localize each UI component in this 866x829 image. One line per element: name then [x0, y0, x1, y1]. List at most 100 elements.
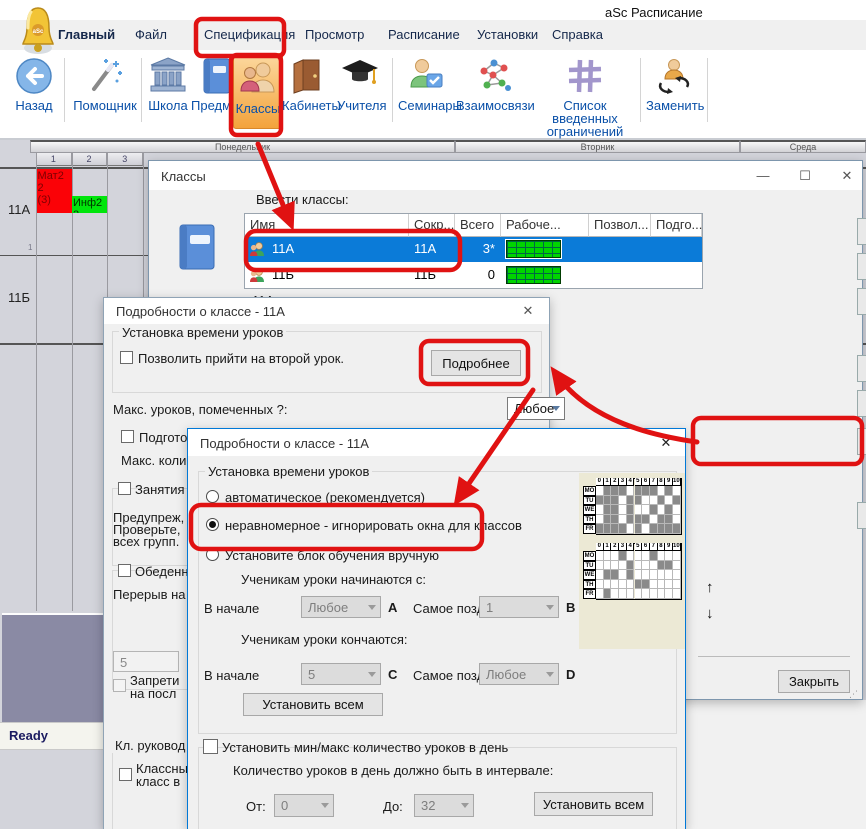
radio-manual[interactable] [206, 548, 219, 561]
class-details-dialog-2: Подробности о классе - 11А ✕ Установка в… [187, 428, 686, 829]
to-combo[interactable]: 32 [414, 794, 474, 817]
radio-uneven-label: неравномерное - игнорировать окна для кл… [225, 518, 522, 533]
groups-button[interactable]: Группы [857, 502, 866, 529]
grid-col-header: 3 [619, 543, 627, 551]
at-start-label-a: В начале [204, 601, 259, 616]
toolbar-button-seminars[interactable]: Семинары [398, 55, 456, 112]
menu-item-file[interactable]: Файл [135, 27, 167, 42]
toolbar-button-teachers[interactable]: Учителя [337, 55, 383, 112]
preparation-label: Подготов [139, 430, 194, 445]
head-teacher-checkbox[interactable] [119, 768, 132, 781]
maximize-icon[interactable]: ☐ [789, 165, 821, 187]
lessons-button[interactable]: Уроки [857, 355, 866, 382]
time-setup-legend: Установка времени уроков [119, 325, 286, 340]
grid-row-header: MO [583, 486, 596, 496]
toolbar-button-wizard[interactable]: Помощник [72, 55, 138, 112]
back-icon [13, 55, 55, 97]
toolbar-button-back[interactable]: Назад [10, 55, 58, 112]
max-marked-combo[interactable]: Любое [507, 397, 565, 420]
close-icon[interactable]: ✕ [650, 432, 682, 454]
relations-icon [473, 55, 515, 97]
column-header-0[interactable]: Имя [245, 214, 409, 237]
toolbar: НазадПомощникШколаПредметыКлассыКабинеты… [0, 50, 866, 140]
toolbar-button-school[interactable]: Школа [145, 55, 191, 112]
minimize-icon[interactable]: — [747, 165, 779, 187]
edit-button[interactable]: Исправить [857, 253, 866, 280]
new-button[interactable]: Новый [857, 218, 866, 245]
working-time-preview [506, 240, 561, 258]
forbid-checkbox[interactable] [113, 679, 126, 692]
classes-table: ИмяСокр...ВсегоРабоче...Позвол...Подго..… [244, 213, 703, 289]
menu-item-help[interactable]: Справка [552, 27, 603, 42]
period-number: 2 [72, 153, 108, 166]
lesson-card[interactable]: Инф2 2 [72, 196, 107, 213]
constraints-button[interactable]: Ограничения [857, 428, 866, 455]
combo-b[interactable]: 1 [479, 596, 559, 618]
working-time-button[interactable]: Рабочее время [857, 390, 866, 417]
more-details-button[interactable]: Подробнее [431, 350, 521, 376]
chevron-down-icon [546, 672, 554, 677]
delete-button[interactable]: Удалить [857, 288, 866, 315]
grid-col-header: 10 [673, 478, 681, 486]
from-combo[interactable]: 0 [274, 794, 334, 817]
day-header-3: Среда [740, 140, 866, 153]
set-all-button[interactable]: Установить всем [243, 693, 383, 716]
table-row-11Б[interactable]: 11Б11Б0 [245, 263, 702, 288]
toolbar-button-constraints-list[interactable]: Список введенных ограничений [532, 55, 638, 138]
window-titlebar: aSc Расписание [0, 0, 866, 20]
minmax-checkbox[interactable] [203, 739, 218, 754]
column-header-5[interactable]: Подго... [651, 214, 702, 237]
column-header-4[interactable]: Позвол... [589, 214, 651, 237]
menu-item-options[interactable]: Установки [477, 27, 538, 42]
set-all-button-2[interactable]: Установить всем [534, 792, 653, 816]
status-text: Ready [9, 728, 48, 743]
toolbar-separator [141, 58, 142, 122]
preparation-checkbox[interactable] [121, 430, 134, 443]
minmax-hint: Количество уроков в день должно быть в и… [233, 763, 553, 778]
details2-titlebar[interactable]: Подробности о классе - 11А [188, 429, 685, 456]
table-row-11А[interactable]: 11А11А3* [245, 237, 702, 262]
chevron-down-icon [552, 406, 560, 411]
toolbar-button-rooms[interactable]: Кабинеты [282, 55, 338, 112]
day-header-2: Вторник [455, 140, 740, 153]
toolbar-button-relations[interactable]: Взаимосвязи [456, 55, 532, 112]
lunch-value-input[interactable]: 5 [113, 651, 179, 672]
move-up-button[interactable]: ↑ [706, 579, 714, 596]
menu-item-specification[interactable]: Спецификация [204, 27, 295, 42]
combo-a[interactable]: Любое [301, 596, 381, 618]
move-down-button[interactable]: ↓ [706, 605, 714, 622]
tag-a: A [388, 600, 397, 615]
activities-checkbox[interactable] [118, 482, 131, 495]
menu-item-timetable[interactable]: Расписание [388, 27, 460, 42]
application-window: aSc Расписание aSc ГлавныйФайлСпецификац… [0, 0, 866, 829]
details1-titlebar[interactable]: Подробности о классе - 11А [104, 298, 549, 324]
resize-grip[interactable]: ⋰ [849, 689, 858, 700]
classes-icon [237, 58, 279, 100]
toolbar-button-classes[interactable]: Классы [233, 53, 283, 129]
combo-c[interactable]: 5 [301, 663, 381, 685]
combo-d[interactable]: Любое [479, 663, 559, 685]
column-header-3[interactable]: Рабоче... [501, 214, 589, 237]
close-button[interactable]: Закрыть [778, 670, 850, 693]
radio-automatic[interactable] [206, 490, 219, 503]
menu-item-main[interactable]: Главный [58, 27, 115, 42]
allow-second-lesson-checkbox[interactable] [120, 351, 133, 364]
background-area [686, 700, 866, 829]
grid-col-header: 8 [658, 543, 666, 551]
column-header-1[interactable]: Сокр... [409, 214, 455, 237]
menu-item-view[interactable]: Просмотр [305, 27, 364, 42]
lesson-card[interactable]: Мат2 2 (3) [37, 169, 72, 213]
toolbar-button-replace[interactable]: Заменить [646, 55, 702, 112]
close-icon[interactable]: ✕ [831, 165, 863, 187]
close-icon[interactable]: ✕ [512, 300, 544, 322]
grid-row-header: WE [583, 505, 596, 515]
column-header-2[interactable]: Всего [455, 214, 501, 237]
pupil-icon [249, 267, 265, 283]
lunch-checkbox[interactable] [118, 564, 131, 577]
class-row-label-11Б[interactable]: 11Б [8, 290, 36, 305]
radio-uneven[interactable] [206, 518, 219, 531]
details1-title: Подробности о классе - 11А [116, 304, 285, 319]
tag-b: B [566, 600, 575, 615]
class-row-label-11А[interactable]: 11А [8, 202, 36, 217]
radio-manual-label: Установите блок обучения вручную [225, 548, 439, 563]
